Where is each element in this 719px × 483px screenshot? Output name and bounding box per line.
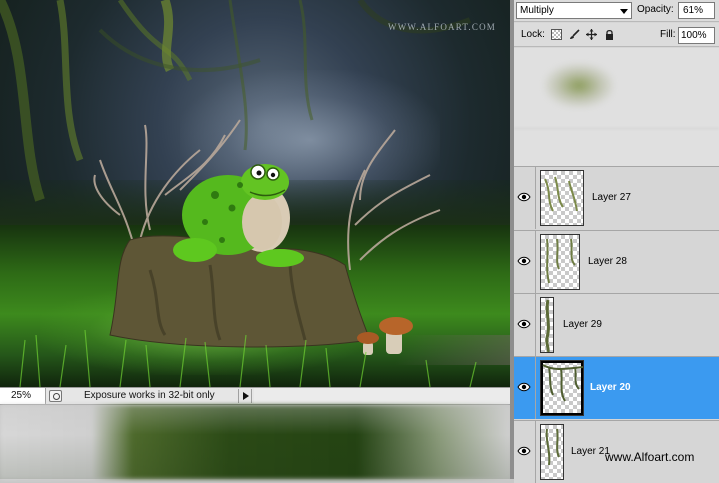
layer-thumbnail[interactable] <box>540 360 584 416</box>
blend-options-row: Multiply Opacity: 61% <box>514 0 719 22</box>
blend-mode-dropdown[interactable]: Multiply <box>516 2 632 19</box>
canvas-watermark: WWW.ALFOART.COM <box>388 22 496 32</box>
eye-icon <box>517 446 531 456</box>
lock-label: Lock: <box>521 29 545 40</box>
lock-pixels-brush-icon[interactable] <box>569 29 580 40</box>
opacity-label: Opacity: <box>637 4 674 15</box>
lock-options-row: Lock: Fill: 100% <box>514 23 719 47</box>
opacity-field[interactable]: 61% <box>678 2 715 19</box>
layer-row[interactable]: Layer 29 <box>514 293 719 356</box>
layer-name[interactable]: Layer 20 <box>590 382 631 393</box>
blurred-background-fade <box>0 405 510 479</box>
layer-thumbnail[interactable] <box>540 424 564 480</box>
lock-transparency-icon[interactable] <box>551 29 562 40</box>
layer-name[interactable]: Layer 28 <box>588 256 627 267</box>
chevron-down-icon <box>620 9 628 14</box>
site-credit-watermark: www.Alfoart.com <box>605 450 695 464</box>
layers-panel: Multiply Opacity: 61% Lock: Fill: 100% L… <box>514 0 719 483</box>
eye-icon <box>517 256 531 266</box>
zoom-level-field[interactable]: 25% <box>0 388 46 404</box>
fill-field[interactable]: 100% <box>678 27 715 44</box>
layer-visibility-toggle[interactable] <box>514 231 536 293</box>
mushrooms <box>357 317 413 355</box>
document-canvas[interactable]: WWW.ALFOART.COM <box>0 0 510 387</box>
layer-visibility-toggle[interactable] <box>514 294 536 356</box>
navigator-icon[interactable] <box>49 390 62 402</box>
layer-name[interactable]: Layer 29 <box>563 319 602 330</box>
eye-icon <box>517 192 531 202</box>
lock-position-move-icon[interactable] <box>586 29 597 40</box>
layer-row[interactable]: Layer 27 <box>514 166 719 229</box>
layer-visibility-toggle[interactable] <box>514 357 536 419</box>
lock-all-padlock-icon[interactable] <box>604 29 615 40</box>
frog-illustration <box>173 164 304 267</box>
blurred-layer-rows <box>514 48 719 166</box>
scene-artwork <box>0 0 477 387</box>
fill-label: Fill: <box>660 29 676 40</box>
layer-thumbnail[interactable] <box>540 297 554 353</box>
layer-visibility-toggle[interactable] <box>514 421 536 483</box>
eye-icon <box>517 382 531 392</box>
status-menu-arrow-icon[interactable] <box>238 389 252 403</box>
layer-thumbnail[interactable] <box>540 170 584 226</box>
dead-branches-right <box>347 129 441 271</box>
horizontal-scrollbar[interactable] <box>254 388 510 404</box>
document-statusbar: 25% Exposure works in 32-bit only <box>0 387 510 405</box>
layer-name[interactable]: Layer 27 <box>592 192 631 203</box>
blend-mode-value: Multiply <box>520 5 554 16</box>
layer-visibility-toggle[interactable] <box>514 167 536 229</box>
eye-icon <box>517 319 531 329</box>
layer-thumbnail[interactable] <box>540 234 580 290</box>
layer-row[interactable]: Layer 28 <box>514 230 719 293</box>
layer-row-selected[interactable]: Layer 20 <box>514 356 719 419</box>
status-message: Exposure works in 32-bit only <box>84 390 215 401</box>
